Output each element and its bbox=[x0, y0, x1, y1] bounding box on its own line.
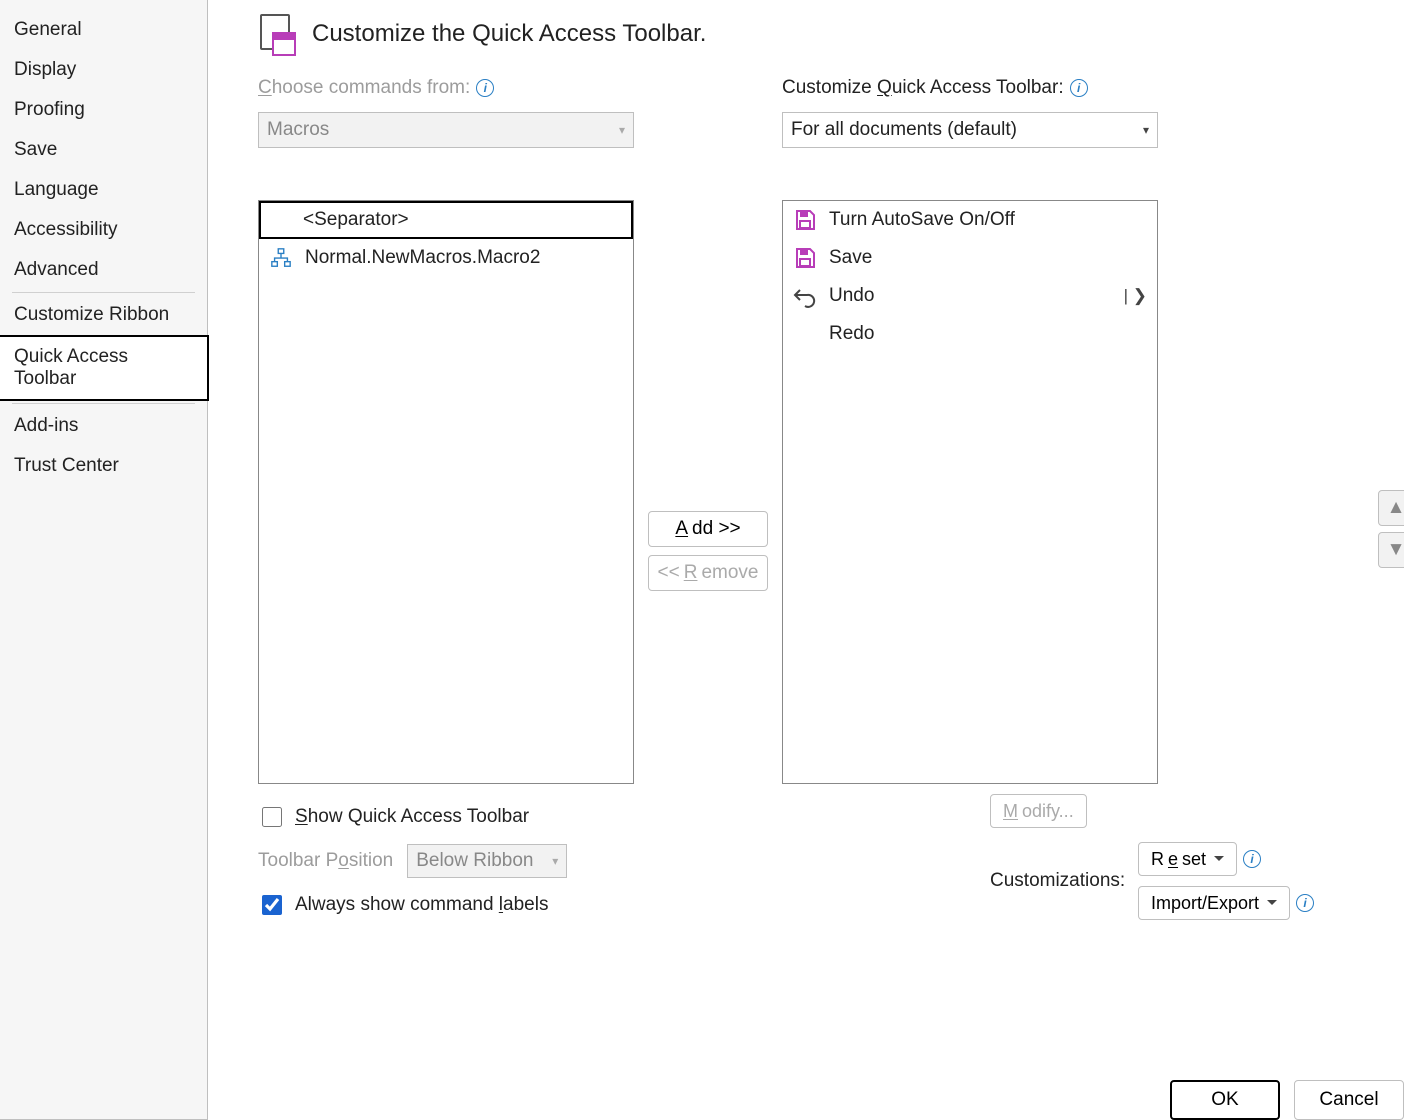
always-show-labels-label[interactable]: Always show command labels bbox=[295, 894, 548, 916]
macro-icon bbox=[269, 246, 293, 270]
always-show-labels-checkbox[interactable] bbox=[262, 895, 282, 915]
reset-dropdown[interactable]: Reset bbox=[1138, 842, 1237, 876]
info-icon[interactable]: i bbox=[1243, 850, 1261, 868]
list-item-label: Redo bbox=[829, 323, 1147, 345]
list-item-label: Undo bbox=[829, 285, 1112, 307]
list-item[interactable]: Turn AutoSave On/Off bbox=[783, 201, 1157, 239]
modify-button: Modify... bbox=[990, 794, 1087, 828]
import-export-dropdown[interactable]: Import/Export bbox=[1138, 886, 1290, 920]
list-item[interactable]: Save bbox=[783, 239, 1157, 277]
sidebar-item-display[interactable]: Display bbox=[0, 50, 207, 90]
remove-button: << Remove bbox=[648, 555, 768, 591]
info-icon[interactable]: i bbox=[476, 79, 494, 97]
move-down-button[interactable]: ▼ bbox=[1378, 532, 1404, 568]
show-qat-checkbox[interactable] bbox=[262, 807, 282, 827]
list-item[interactable]: <Separator> bbox=[259, 201, 633, 239]
none-icon bbox=[793, 322, 817, 346]
sidebar-separator bbox=[12, 292, 195, 293]
list-item-label: Save bbox=[829, 247, 1147, 269]
sidebar-item-advanced[interactable]: Advanced bbox=[0, 250, 207, 290]
info-icon[interactable]: i bbox=[1296, 894, 1314, 912]
customize-qat-combo[interactable]: For all documents (default)▾ bbox=[782, 112, 1158, 148]
sidebar-item-add-ins[interactable]: Add-ins bbox=[0, 406, 207, 446]
toolbar-position-combo: Below Ribbon▾ bbox=[407, 844, 567, 878]
list-item[interactable]: Undo | ❯ bbox=[783, 277, 1157, 315]
customize-qat-label: Customize Quick Access Toolbar: i bbox=[782, 74, 1158, 102]
submenu-indicator: | ❯ bbox=[1124, 286, 1147, 306]
sidebar-item-trust-center[interactable]: Trust Center bbox=[0, 446, 207, 486]
undo-icon bbox=[793, 284, 817, 308]
ok-button[interactable]: OK bbox=[1170, 1080, 1280, 1120]
sidebar-item-proofing[interactable]: Proofing bbox=[0, 90, 207, 130]
sidebar-item-quick-access-toolbar[interactable]: Quick Access Toolbar bbox=[0, 335, 209, 401]
choose-commands-combo: Macros▾ bbox=[258, 112, 634, 148]
add-button[interactable]: Add >> bbox=[648, 511, 768, 547]
qat-header-icon bbox=[258, 14, 298, 54]
customizations-label: Customizations: bbox=[990, 870, 1120, 892]
sidebar-item-accessibility[interactable]: Accessibility bbox=[0, 210, 207, 250]
sidebar-separator bbox=[12, 403, 195, 404]
list-item[interactable]: Redo bbox=[783, 315, 1157, 353]
toolbar-position-label: Toolbar Position bbox=[258, 850, 393, 872]
save-icon bbox=[793, 246, 817, 270]
show-qat-label[interactable]: Show Quick Access Toolbar bbox=[295, 806, 529, 828]
autosave-icon bbox=[793, 208, 817, 232]
commands-listbox[interactable]: <Separator> Normal.NewMacros.Macro2 bbox=[258, 200, 634, 784]
list-item-label: <Separator> bbox=[303, 209, 621, 231]
options-sidebar: GeneralDisplayProofingSaveLanguageAccess… bbox=[0, 0, 208, 1120]
list-item[interactable]: Normal.NewMacros.Macro2 bbox=[259, 239, 633, 277]
choose-commands-label: Choose commands from: i bbox=[258, 74, 634, 102]
cancel-button[interactable]: Cancel bbox=[1294, 1080, 1404, 1120]
list-item-label: Normal.NewMacros.Macro2 bbox=[305, 247, 623, 269]
sidebar-item-customize-ribbon[interactable]: Customize Ribbon bbox=[0, 295, 207, 335]
sidebar-item-language[interactable]: Language bbox=[0, 170, 207, 210]
toolbar-listbox[interactable]: Turn AutoSave On/Off Save Undo | ❯ Redo bbox=[782, 200, 1158, 784]
sidebar-item-general[interactable]: General bbox=[0, 10, 207, 50]
move-up-button[interactable]: ▲ bbox=[1378, 490, 1404, 526]
page-title: Customize the Quick Access Toolbar. bbox=[312, 20, 706, 48]
info-icon[interactable]: i bbox=[1070, 79, 1088, 97]
sidebar-item-save[interactable]: Save bbox=[0, 130, 207, 170]
list-item-label: Turn AutoSave On/Off bbox=[829, 209, 1147, 231]
